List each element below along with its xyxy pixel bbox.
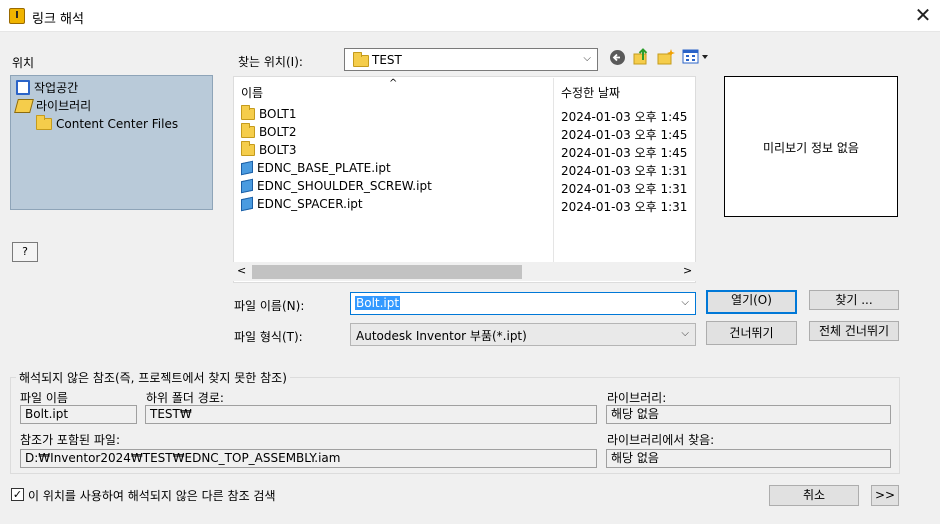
column-divider[interactable] — [553, 78, 554, 263]
file-name: BOLT3 — [259, 143, 297, 157]
file-name: BOLT1 — [259, 107, 297, 121]
library-field: 해당 없음 — [606, 405, 891, 424]
chevron-down-icon: ⌵ — [681, 297, 689, 308]
places-panel: 작업공간 라이브러리 Content Center Files — [10, 75, 213, 210]
preview-pane: 미리보기 정보 없음 — [724, 76, 898, 217]
unresolved-file-name-field: Bolt.ipt — [20, 405, 137, 424]
expand-button[interactable]: >> — [871, 485, 899, 506]
file-name-value: Bolt.ipt — [355, 296, 401, 310]
open-button[interactable]: 열기(O) — [706, 290, 797, 314]
place-item-workspace[interactable]: 작업공간 — [16, 79, 78, 96]
column-header-modified[interactable]: 수정한 날짜 — [561, 84, 620, 101]
file-row[interactable]: EDNC_SPACER.ipt — [241, 196, 363, 212]
subfolder-field: TEST₩ — [145, 405, 597, 424]
part-file-icon — [241, 160, 253, 176]
unresolved-file-name-label: 파일 이름 — [20, 391, 68, 405]
file-row[interactable]: BOLT3 — [241, 141, 297, 157]
scroll-right-icon[interactable]: > — [683, 264, 692, 277]
file-modified: 2024-01-03 오후 1:45 — [561, 128, 688, 142]
file-name: EDNC_BASE_PLATE.ipt — [257, 161, 391, 175]
window-title: 링크 해석 — [32, 12, 84, 27]
close-button[interactable]: ✕ — [910, 4, 936, 28]
containing-file-field: D:₩Inventor2024₩TEST₩EDNC_TOP_ASSEMBLY.i… — [20, 449, 597, 468]
help-button[interactable]: ? — [12, 242, 38, 262]
file-modified: 2024-01-03 오후 1:45 — [561, 146, 688, 160]
workspace-icon — [16, 80, 30, 95]
found-in-library-field: 해당 없음 — [606, 449, 891, 468]
place-item-library[interactable]: 라이브러리 — [14, 97, 92, 114]
file-row[interactable]: BOLT1 — [241, 105, 297, 121]
file-name-label: 파일 이름(N): — [234, 299, 305, 313]
file-row[interactable]: EDNC_BASE_PLATE.ipt — [241, 160, 391, 176]
file-name: EDNC_SHOULDER_SCREW.ipt — [257, 179, 432, 193]
scrollbar-thumb[interactable] — [252, 265, 522, 279]
library-icon — [14, 98, 34, 113]
file-row[interactable]: BOLT2 — [241, 123, 297, 139]
folder-icon — [241, 123, 255, 138]
folder-icon — [241, 141, 255, 156]
found-in-library-label: 라이브러리에서 찾음: — [607, 433, 715, 447]
group-title: 해석되지 않은 참조(즉, 프로젝트에서 찾지 못한 참조) — [16, 369, 290, 386]
look-in-label: 찾는 위치(I): — [238, 55, 303, 69]
place-item-label: 라이브러리 — [36, 99, 92, 113]
look-in-value: TEST — [372, 53, 402, 67]
file-modified: 2024-01-03 오후 1:45 — [561, 110, 688, 124]
sort-ascending-icon: ^ — [389, 78, 398, 89]
look-in-combo[interactable]: TEST ⌵ — [344, 48, 598, 71]
place-item-content-center[interactable]: Content Center Files — [36, 115, 179, 131]
place-item-label: 작업공간 — [34, 81, 79, 95]
file-row[interactable]: EDNC_SHOULDER_SCREW.ipt — [241, 178, 432, 194]
file-type-select[interactable]: Autodesk Inventor 부품(*.ipt) ⌵ — [350, 323, 696, 346]
cancel-button[interactable]: 취소 — [769, 485, 859, 506]
title-bar — [0, 0, 940, 32]
containing-file-label: 참조가 포함된 파일: — [20, 433, 120, 447]
places-label: 위치 — [12, 56, 35, 70]
search-other-references-label: 이 위치를 사용하여 해석되지 않은 다른 참조 검색 — [28, 489, 276, 503]
search-other-references-checkbox[interactable]: ✓ — [11, 488, 24, 501]
preview-text: 미리보기 정보 없음 — [763, 141, 859, 155]
find-button[interactable]: 찾기 ... — [809, 290, 899, 310]
file-modified: 2024-01-03 오후 1:31 — [561, 164, 688, 178]
file-name: EDNC_SPACER.ipt — [257, 197, 363, 211]
file-modified: 2024-01-03 오후 1:31 — [561, 182, 688, 196]
library-label: 라이브러리: — [607, 391, 667, 405]
column-header-name[interactable]: 이름 — [241, 84, 263, 101]
place-item-label: Content Center Files — [56, 117, 179, 131]
part-file-icon — [241, 196, 253, 212]
chevron-down-icon: ⌵ — [583, 53, 591, 64]
skip-all-button[interactable]: 전체 건너뛰기 — [809, 321, 899, 341]
part-file-icon — [241, 178, 253, 194]
file-type-label: 파일 형식(T): — [234, 330, 303, 344]
subfolder-label: 하위 폴더 경로: — [146, 391, 224, 405]
chevron-down-icon: ⌵ — [681, 328, 689, 339]
folder-icon — [353, 52, 369, 67]
up-folder-icon[interactable] — [632, 48, 650, 66]
skip-button[interactable]: 건너뛰기 — [706, 321, 797, 345]
file-name: BOLT2 — [259, 125, 297, 139]
folder-icon — [241, 105, 255, 120]
folder-icon — [36, 115, 52, 130]
file-type-value: Autodesk Inventor 부품(*.ipt) — [356, 329, 527, 343]
scroll-left-icon[interactable]: < — [237, 264, 246, 277]
file-modified: 2024-01-03 오후 1:31 — [561, 200, 688, 214]
view-menu-icon[interactable] — [682, 49, 710, 65]
inventor-app-icon: I — [9, 8, 25, 24]
back-icon[interactable] — [609, 49, 626, 66]
file-name-input[interactable]: Bolt.ipt ⌵ — [350, 292, 696, 315]
new-folder-icon[interactable] — [656, 48, 676, 66]
